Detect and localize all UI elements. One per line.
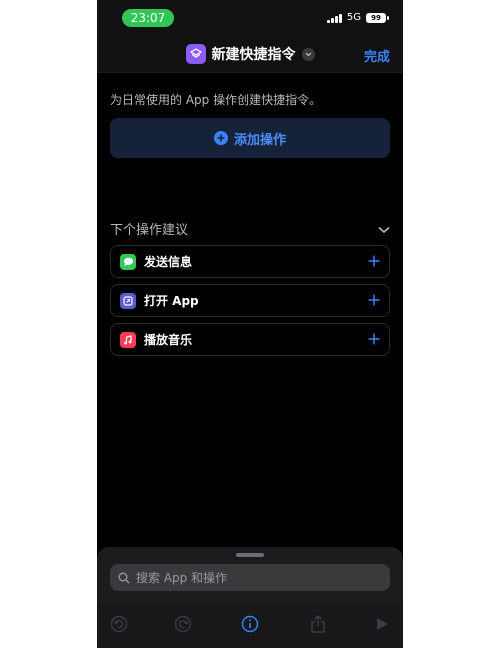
status-indicators: 5G 99 (326, 12, 389, 23)
suggestions-header[interactable]: 下个操作建议 (110, 219, 390, 238)
chevron-down-icon[interactable] (301, 47, 315, 61)
add-action-label: 添加操作 (233, 132, 286, 148)
bottom-toolbar (97, 604, 403, 648)
add-plus-icon[interactable] (368, 291, 380, 310)
battery-icon: 99 (366, 12, 389, 23)
description-text: 为日常使用的 App 操作创建快捷指令。 (110, 93, 322, 107)
suggestion-label: 发送信息 (144, 255, 193, 269)
add-action-button[interactable]: 添加操作 (110, 118, 390, 158)
sheet-grabber[interactable] (236, 553, 264, 557)
suggestion-label: 打开 App (144, 294, 199, 308)
undo-icon[interactable] (107, 612, 131, 636)
status-time[interactable]: 23:07 (122, 9, 174, 27)
done-button[interactable]: 完成 (364, 46, 390, 65)
phone-screen: 23:07 5G 99 新建快捷指令 完成 为日常使用的 App 操作创建快捷指… (97, 0, 403, 648)
add-plus-icon[interactable] (368, 330, 380, 349)
search-input[interactable]: 搜索 App 和操作 (110, 564, 390, 591)
redo-icon[interactable] (171, 612, 195, 636)
network-type: 5G (346, 12, 361, 23)
share-icon[interactable] (306, 612, 330, 636)
add-plus-icon[interactable] (368, 252, 380, 271)
open-app-icon (120, 292, 136, 309)
play-icon[interactable] (370, 612, 394, 636)
navigation-area: 23:07 5G 99 新建快捷指令 完成 (97, 0, 403, 73)
suggestion-open-app[interactable]: 打开 App (110, 284, 390, 317)
suggestions-title: 下个操作建议 (110, 223, 189, 238)
plus-circle-icon (213, 131, 228, 145)
page-title: 新建快捷指令 (211, 47, 296, 63)
messages-icon (120, 253, 136, 270)
signal-icon (326, 13, 342, 23)
chevron-down-icon[interactable] (378, 219, 390, 238)
shortcuts-app-icon (185, 44, 206, 64)
search-icon (118, 572, 130, 584)
info-icon[interactable] (238, 612, 262, 636)
shortcut-title[interactable]: 新建快捷指令 (97, 42, 403, 66)
suggestion-send-message[interactable]: 发送信息 (110, 245, 390, 278)
search-placeholder: 搜索 App 和操作 (136, 571, 228, 585)
music-icon (120, 331, 136, 348)
suggestion-label: 播放音乐 (144, 333, 193, 347)
suggestion-play-music[interactable]: 播放音乐 (110, 323, 390, 356)
